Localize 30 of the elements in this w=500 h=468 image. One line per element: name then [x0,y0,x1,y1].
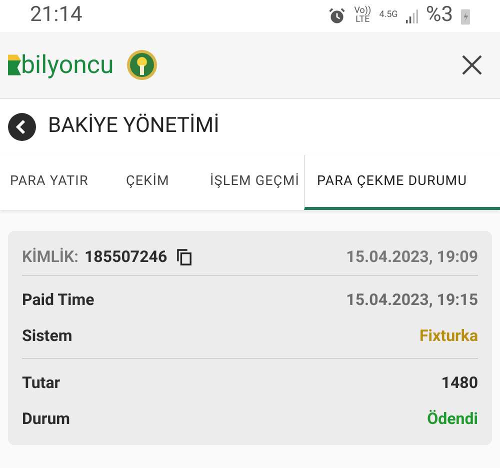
alarm-icon [328,7,346,25]
brand-name: bilyoncu [21,52,114,78]
row-label: Sistem [22,325,72,347]
row-value: 1480 [441,372,478,394]
network-label: 4.5G [379,9,398,22]
tab[interactable]: ÇEKİM [116,155,200,210]
id-label: KİMLİK: [22,246,78,268]
battery-percent: %3 [426,2,453,30]
flag-logo-icon [8,54,21,76]
page-title: BAKİYE YÖNETİMİ [48,112,220,140]
row-value: Ödendi [427,408,478,430]
emblem-icon [126,49,158,81]
tab[interactable]: İŞLEM GEÇMİ [200,155,304,210]
signal-icon [406,8,418,24]
id-value: 185507246 [84,246,168,268]
lte-label: LTE [356,16,370,25]
tab[interactable]: PARA ÇEKME DURUMU [304,155,500,210]
status-time: 21:14 [30,2,82,30]
row-label: Tutar [22,372,60,394]
row-value: 15.04.2023, 19:15 [346,289,478,311]
copy-icon[interactable] [177,248,192,266]
tab[interactable]: PARA YATIR [0,155,116,210]
row-value: Fixturka [420,325,478,347]
date-value: 15.04.2023, 19:09 [346,246,478,268]
row-label: Paid Time [22,289,94,311]
back-icon[interactable] [8,113,36,141]
close-icon[interactable] [462,55,482,75]
row-label: Durum [22,408,70,430]
battery-icon [461,8,470,24]
volte-label: Vo)) [354,7,372,16]
